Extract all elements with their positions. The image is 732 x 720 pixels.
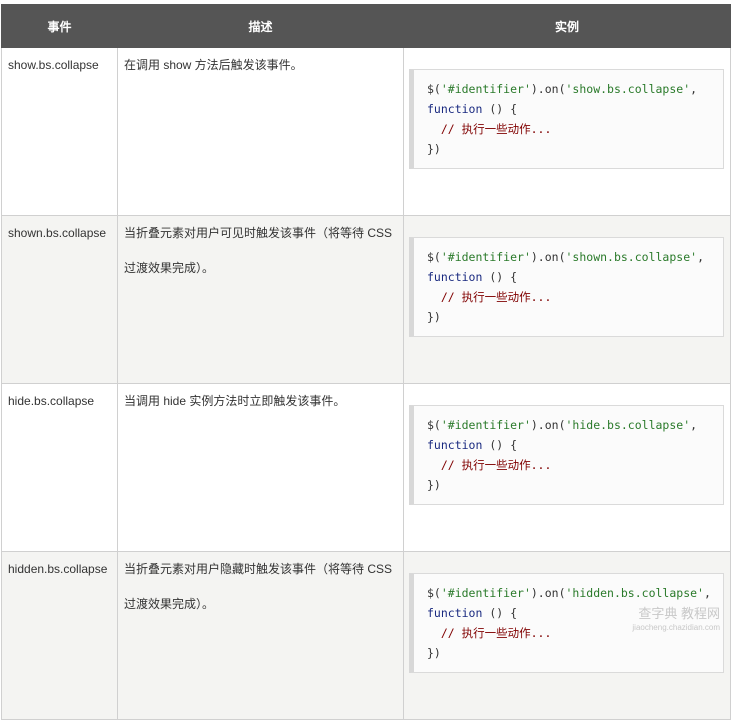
table-row: shown.bs.collapse 当折叠元素对用户可见时触发该事件（将等待 C… — [1, 215, 731, 384]
watermark-main: 查字典 教程网 — [638, 606, 720, 621]
event-name: hidden.bs.collapse — [1, 551, 118, 720]
event-name: show.bs.collapse — [1, 47, 118, 216]
header-event: 事件 — [1, 4, 118, 48]
event-description: 当折叠元素对用户隐藏时触发该事件（将等待 CSS 过渡效果完成）。 — [117, 551, 404, 720]
event-name: shown.bs.collapse — [1, 215, 118, 384]
table-row: hide.bs.collapse 当调用 hide 实例方法时立即触发该事件。 … — [1, 383, 731, 552]
event-description: 当折叠元素对用户可见时触发该事件（将等待 CSS 过渡效果完成）。 — [117, 215, 404, 384]
events-table: 事件 描述 实例 show.bs.collapse 在调用 show 方法后触发… — [1, 4, 731, 720]
code-example: $('#identifier').on('hide.bs.collapse', … — [409, 405, 724, 505]
watermark-sub: jiaocheng.chazidian.com — [632, 623, 720, 632]
table-row: show.bs.collapse 在调用 show 方法后触发该事件。 $('#… — [1, 47, 731, 216]
header-example: 实例 — [403, 4, 731, 48]
table-header-row: 事件 描述 实例 — [1, 4, 731, 48]
event-description: 在调用 show 方法后触发该事件。 — [117, 47, 404, 216]
code-example: $('#identifier').on('show.bs.collapse', … — [409, 69, 724, 169]
event-name: hide.bs.collapse — [1, 383, 118, 552]
header-description: 描述 — [117, 4, 404, 48]
watermark: 查字典 教程网 jiaocheng.chazidian.com — [632, 607, 720, 635]
event-description: 当调用 hide 实例方法时立即触发该事件。 — [117, 383, 404, 552]
code-example: $('#identifier').on('shown.bs.collapse',… — [409, 237, 724, 337]
table-row: hidden.bs.collapse 当折叠元素对用户隐藏时触发该事件（将等待 … — [1, 551, 731, 720]
